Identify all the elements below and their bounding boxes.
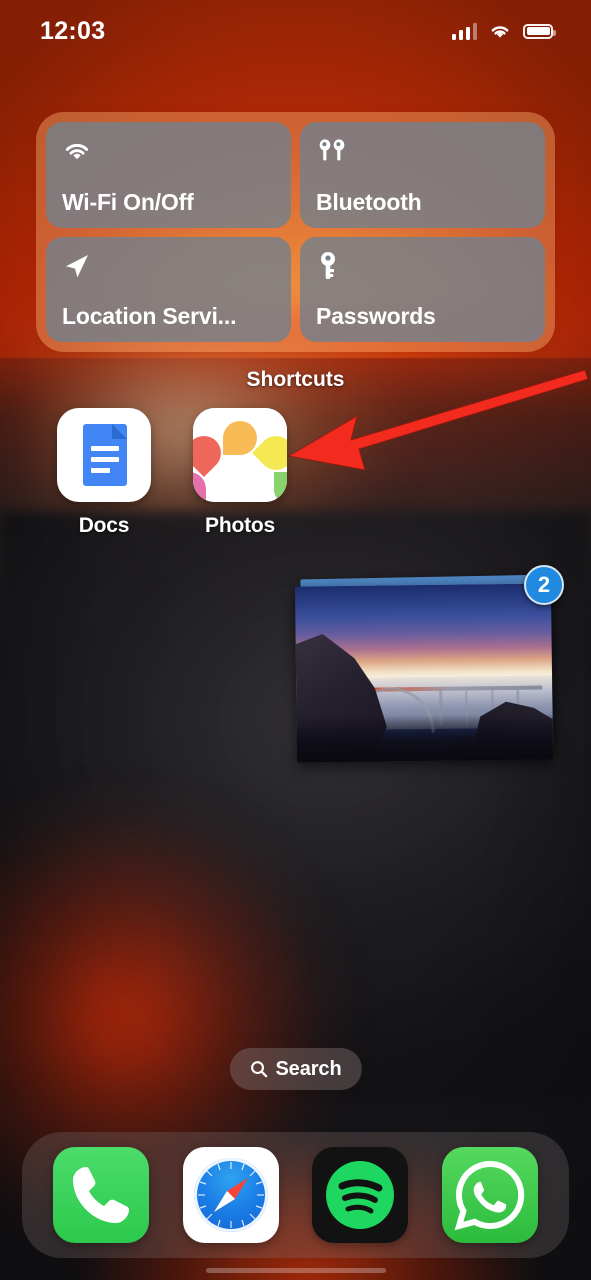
dock [22,1132,569,1258]
photo-thumbnail [294,583,554,763]
apple-photos-icon [193,408,287,502]
status-bar-indicators [451,22,556,40]
cellular-signal-icon [451,22,477,40]
wifi-icon [62,136,275,166]
wifi-icon [491,26,509,38]
shortcut-tile-bluetooth[interactable]: Bluetooth [300,122,545,228]
search-icon [250,1061,267,1078]
widget-title: Shortcuts [246,368,345,391]
status-bar: 12:03 [0,0,591,62]
key-icon [316,251,529,281]
shortcuts-widget[interactable]: Wi-Fi On/Off Bluetooth Location Servi... [36,112,555,352]
app-icon-photos[interactable]: Photos [172,408,308,538]
shortcut-tile-location-services[interactable]: Location Servi... [46,236,291,342]
search-button[interactable]: Search [229,1048,362,1090]
shortcut-tile-label: Bluetooth [316,188,422,215]
app-icon-docs[interactable]: Docs [36,408,172,538]
shortcut-tile-passwords[interactable]: Passwords [300,236,545,342]
shortcut-tile-label: Passwords [316,303,436,329]
battery-full-icon [523,23,556,39]
shortcut-tile-label: Wi-Fi On/Off [62,188,194,215]
home-indicator [205,1268,386,1273]
google-docs-icon [57,408,151,502]
app-label: Docs [78,514,130,537]
shortcut-tile-wifi[interactable]: Wi-Fi On/Off [46,122,291,228]
airpods-icon [316,136,529,166]
shortcut-tile-label: Location Servi... [62,303,237,329]
phone-icon[interactable] [52,1147,149,1243]
location-arrow-icon [62,251,275,281]
status-bar-clock: 12:03 [40,16,106,45]
drag-count-badge: 2 [524,565,564,605]
search-label: Search [275,1057,342,1080]
app-grid: Docs Photos [36,408,555,538]
safari-compass-icon[interactable] [182,1147,279,1243]
app-label: Photos [205,514,275,537]
whatsapp-icon[interactable] [442,1147,539,1243]
dragged-photo-stack[interactable]: 2 [294,565,564,763]
spotify-icon[interactable] [312,1147,409,1243]
